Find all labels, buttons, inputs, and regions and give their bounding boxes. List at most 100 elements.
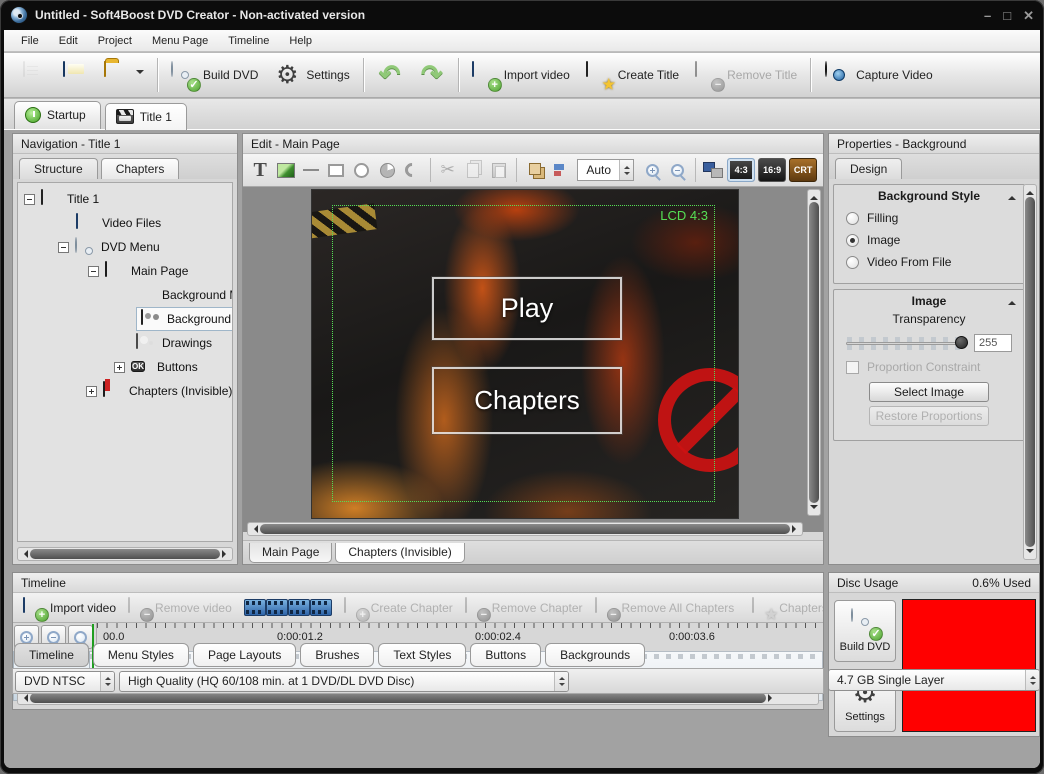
redo-button[interactable]: ↷: [411, 58, 453, 92]
aspect-4-3-button[interactable]: 4:3: [727, 158, 755, 182]
create-title-button[interactable]: ★ Create Title: [578, 58, 687, 92]
tab-chapters[interactable]: Chapters: [101, 158, 180, 179]
radio-icon[interactable]: [846, 212, 859, 225]
scroll-down-arrow[interactable]: [1026, 549, 1034, 557]
tab-title-1[interactable]: Title 1: [105, 103, 187, 130]
quality-select[interactable]: High Quality (HQ 60/108 min. at 1 DVD/DL…: [119, 671, 569, 692]
remove-all-chapters-button[interactable]: − Remove All Chapters: [589, 596, 741, 620]
scroll-left-arrow[interactable]: [250, 525, 258, 533]
create-chapter-button[interactable]: + Create Chapter: [338, 596, 459, 620]
tab-main-page[interactable]: Main Page: [249, 543, 332, 563]
collapse-expander-icon[interactable]: [88, 266, 99, 277]
tree-item-video-files[interactable]: Video Files: [76, 211, 161, 235]
image-tool-button[interactable]: [274, 158, 296, 182]
tree-item-background[interactable]: Background: [136, 307, 233, 331]
radio-video-from-file[interactable]: Video From File: [834, 251, 1024, 273]
canvas-vertical-scrollbar[interactable]: [807, 189, 821, 516]
dual-display-button[interactable]: [702, 158, 724, 182]
menu-timeline[interactable]: Timeline: [219, 32, 278, 50]
menu-editor-canvas[interactable]: LCD 4:3 Play Chapters: [243, 187, 823, 532]
transparency-slider[interactable]: [846, 336, 968, 350]
tree-item-drawings[interactable]: Drawings: [136, 331, 212, 355]
tab-page-layouts[interactable]: Page Layouts: [193, 643, 296, 667]
navigation-horizontal-scrollbar[interactable]: [17, 547, 233, 561]
settings-button[interactable]: ⚙ Settings: [266, 58, 357, 92]
video-format-select[interactable]: DVD NTSC: [15, 671, 115, 692]
radio-icon[interactable]: [846, 256, 859, 269]
tree-item-main-page[interactable]: Main Page: [88, 259, 188, 283]
scroll-down-arrow[interactable]: [810, 505, 818, 513]
scroll-right-arrow[interactable]: [768, 694, 776, 702]
move-clip-left-button[interactable]: [244, 596, 266, 620]
tab-structure[interactable]: Structure: [19, 158, 98, 179]
import-video-button[interactable]: + Import video: [464, 58, 578, 92]
menu-help[interactable]: Help: [280, 32, 321, 50]
collapse-arrow-icon[interactable]: [1008, 192, 1016, 200]
radio-filling[interactable]: Filling: [834, 207, 1024, 229]
zoom-out-button[interactable]: [666, 158, 688, 182]
dvd-menu-play-button[interactable]: Play: [432, 277, 622, 340]
open-dropdown-arrow[interactable]: [136, 70, 144, 78]
scroll-right-arrow[interactable]: [792, 525, 800, 533]
tree-item-dvd-menu[interactable]: DVD Menu: [58, 235, 160, 259]
close-button[interactable]: ✕: [1023, 9, 1034, 22]
dvd-menu-chapters-button[interactable]: Chapters: [432, 367, 622, 434]
transparency-value[interactable]: 255: [974, 334, 1012, 352]
rotate-clip-right-button[interactable]: [288, 596, 310, 620]
capacity-spinner[interactable]: [1025, 670, 1039, 690]
open-project-button[interactable]: [96, 58, 152, 92]
disc-capacity-select[interactable]: 4.7 GB Single Layer: [828, 669, 1040, 691]
zoom-spinner[interactable]: [619, 160, 633, 180]
tab-menu-styles[interactable]: Menu Styles: [93, 643, 189, 667]
capture-video-button[interactable]: Capture Video: [816, 58, 941, 92]
tree-item-title-1[interactable]: Title 1: [24, 187, 99, 211]
restore-proportions-button[interactable]: Restore Proportions: [869, 406, 989, 426]
tree-item-chapters-invisible[interactable]: Chapters (Invisible): [86, 379, 232, 403]
tab-startup[interactable]: Startup: [14, 101, 101, 129]
rectangle-tool-button[interactable]: [325, 158, 347, 182]
arc-tool-button[interactable]: [401, 158, 423, 182]
tab-text-styles[interactable]: Text Styles: [378, 643, 466, 667]
menu-file[interactable]: File: [12, 32, 48, 50]
properties-vertical-scrollbar[interactable]: [1023, 184, 1037, 560]
scroll-up-arrow[interactable]: [810, 192, 818, 200]
format-spinner[interactable]: [100, 671, 114, 691]
ellipse-tool-button[interactable]: [351, 158, 373, 182]
scrollbar-thumb[interactable]: [30, 693, 766, 703]
tab-buttons[interactable]: Buttons: [470, 643, 541, 667]
scrollbar-thumb[interactable]: [30, 549, 220, 559]
expand-expander-icon[interactable]: [86, 386, 97, 397]
checkbox-icon[interactable]: [846, 361, 859, 374]
tab-timeline[interactable]: Timeline: [14, 643, 89, 667]
radio-selected-icon[interactable]: [846, 234, 859, 247]
tab-chapters-invisible[interactable]: Chapters (Invisible): [335, 543, 464, 563]
tree-item-buttons[interactable]: OK Buttons: [114, 355, 198, 379]
scrollbar-thumb[interactable]: [1025, 197, 1035, 547]
line-tool-button[interactable]: [300, 158, 322, 182]
zoom-in-button[interactable]: [641, 158, 663, 182]
arrange-layers-button[interactable]: [523, 158, 545, 182]
scroll-right-arrow[interactable]: [222, 550, 230, 558]
aspect-16-9-button[interactable]: 16:9: [758, 158, 786, 182]
collapse-arrow-icon[interactable]: [1008, 297, 1016, 305]
remove-video-button[interactable]: − Remove video: [122, 596, 238, 620]
slider-knob[interactable]: [955, 336, 968, 349]
tab-backgrounds[interactable]: Backgrounds: [545, 643, 645, 667]
menu-edit[interactable]: Edit: [50, 32, 87, 50]
tab-design[interactable]: Design: [835, 158, 902, 179]
copy-button[interactable]: [462, 158, 484, 182]
menu-page-preview[interactable]: LCD 4:3 Play Chapters: [311, 189, 739, 519]
undo-button[interactable]: ↶: [369, 58, 411, 92]
tab-brushes[interactable]: Brushes: [300, 643, 374, 667]
tree-item-background-music[interactable]: Background M: [136, 283, 233, 307]
collapse-expander-icon[interactable]: [24, 194, 35, 205]
minimize-button[interactable]: –: [984, 9, 991, 22]
paste-button[interactable]: [487, 158, 509, 182]
quality-spinner[interactable]: [554, 671, 568, 691]
timeline-import-video-button[interactable]: + Import video: [17, 596, 122, 620]
menu-project[interactable]: Project: [89, 32, 141, 50]
select-image-button[interactable]: Select Image: [869, 382, 989, 402]
pie-tool-button[interactable]: [376, 158, 398, 182]
cut-button[interactable]: ✂: [437, 158, 459, 182]
scroll-left-arrow[interactable]: [20, 550, 28, 558]
